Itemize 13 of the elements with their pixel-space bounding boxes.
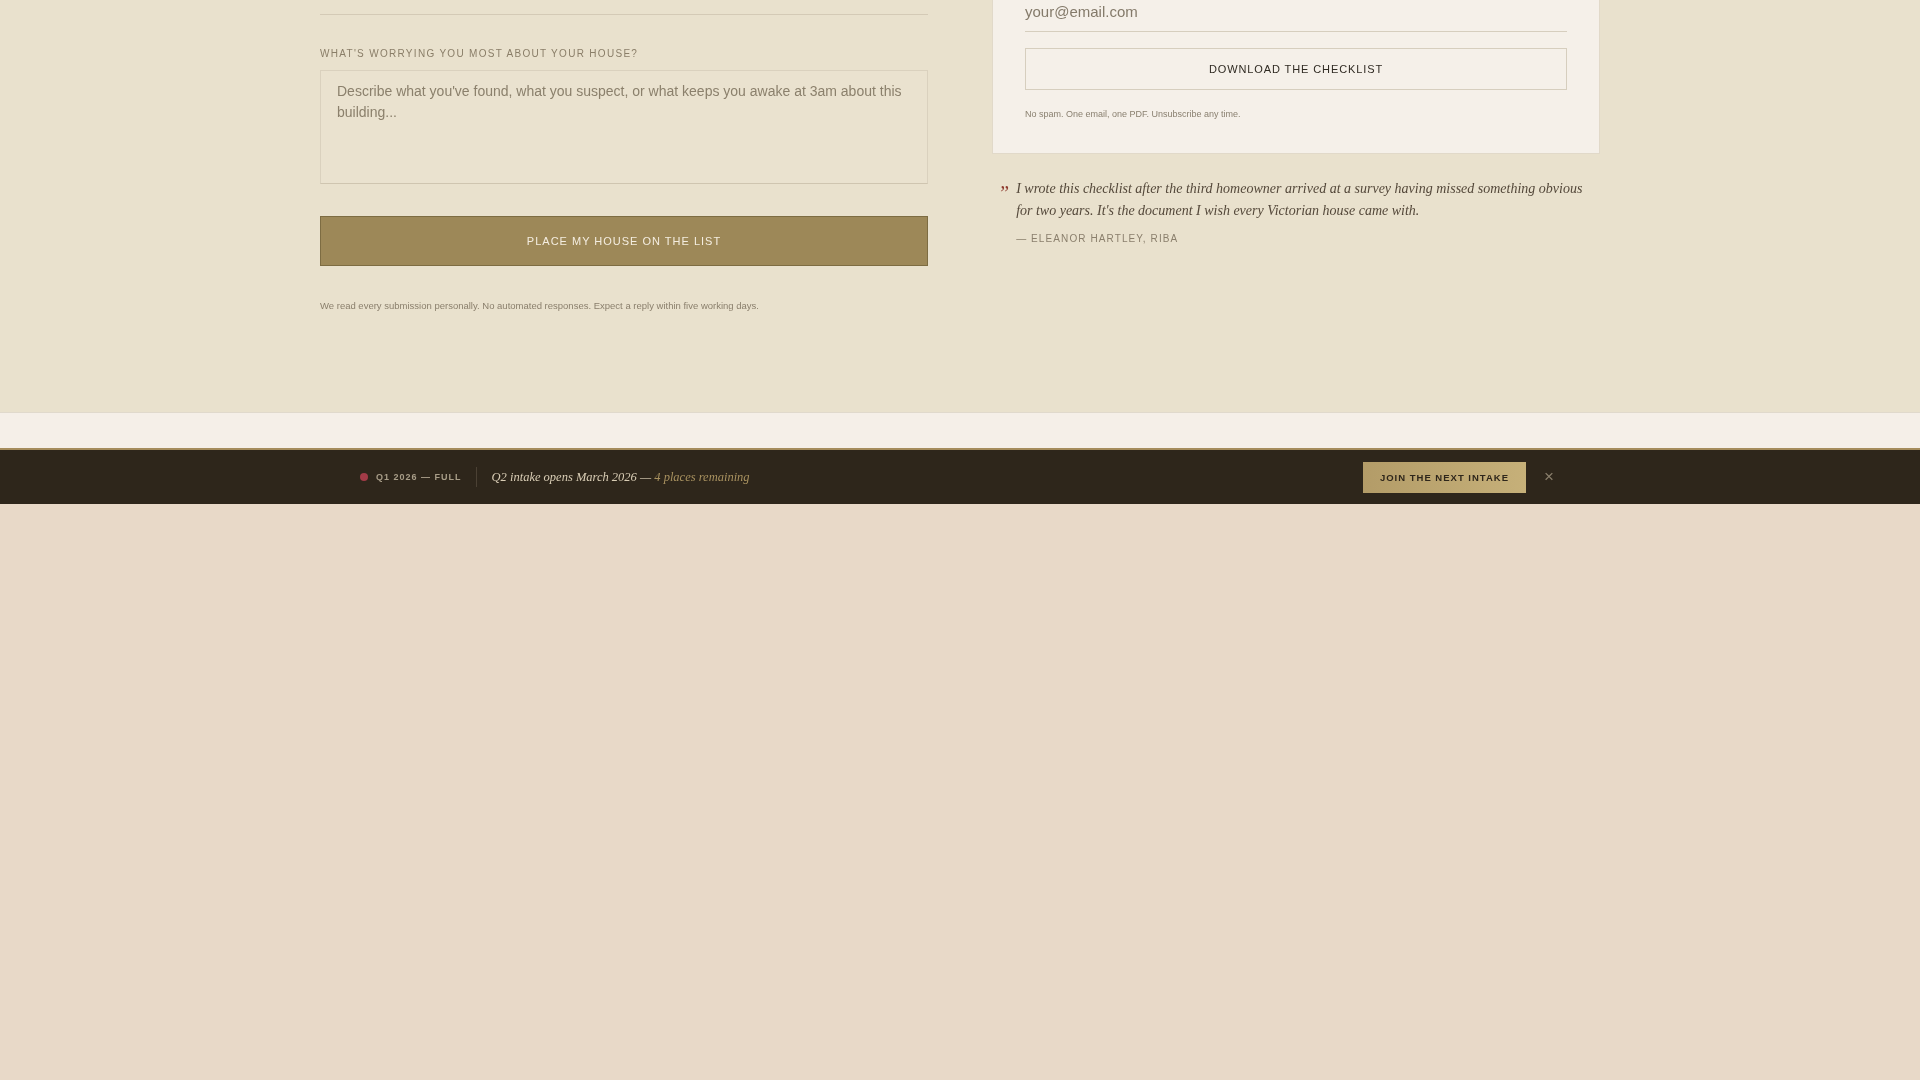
quote-mark: ” — [998, 182, 1010, 204]
form-note: We read every submission personally. No automated responses. Expect a reply within five working days. — [320, 300, 759, 312]
status-label: Q1 2026 — FULL — [376, 472, 462, 482]
email-field[interactable]: your@email.com — [1025, 0, 1567, 32]
download-button[interactable]: DOWNLOAD THE CHECKLIST — [1025, 48, 1567, 90]
join-button[interactable]: JOIN THE NEXT INTAKE — [1362, 461, 1526, 493]
concern-field[interactable]: Describe what you've found, what you suspect, or what keeps you awake at 3am about this building... — [320, 70, 928, 184]
close-button[interactable]: × — [1538, 466, 1560, 488]
intake-message: Q2 intake opens March 2026 — 4 places remaining — [491, 469, 750, 485]
attribution: — ELEANOR HARTLEY, RIBA — [1016, 232, 1179, 246]
card-note: No spam. One email, one PDF. Unsubscribe any time. — [1025, 108, 1241, 120]
field-label: WHAT'S WORRYING YOU MOST ABOUT YOUR HOUSE? — [320, 47, 639, 61]
testimonial-quote: I wrote this checklist after the third homeowner arrived at a survey having missed something obvious for two years. It's the document I wish every Victorian house came with. — [1016, 180, 1584, 220]
